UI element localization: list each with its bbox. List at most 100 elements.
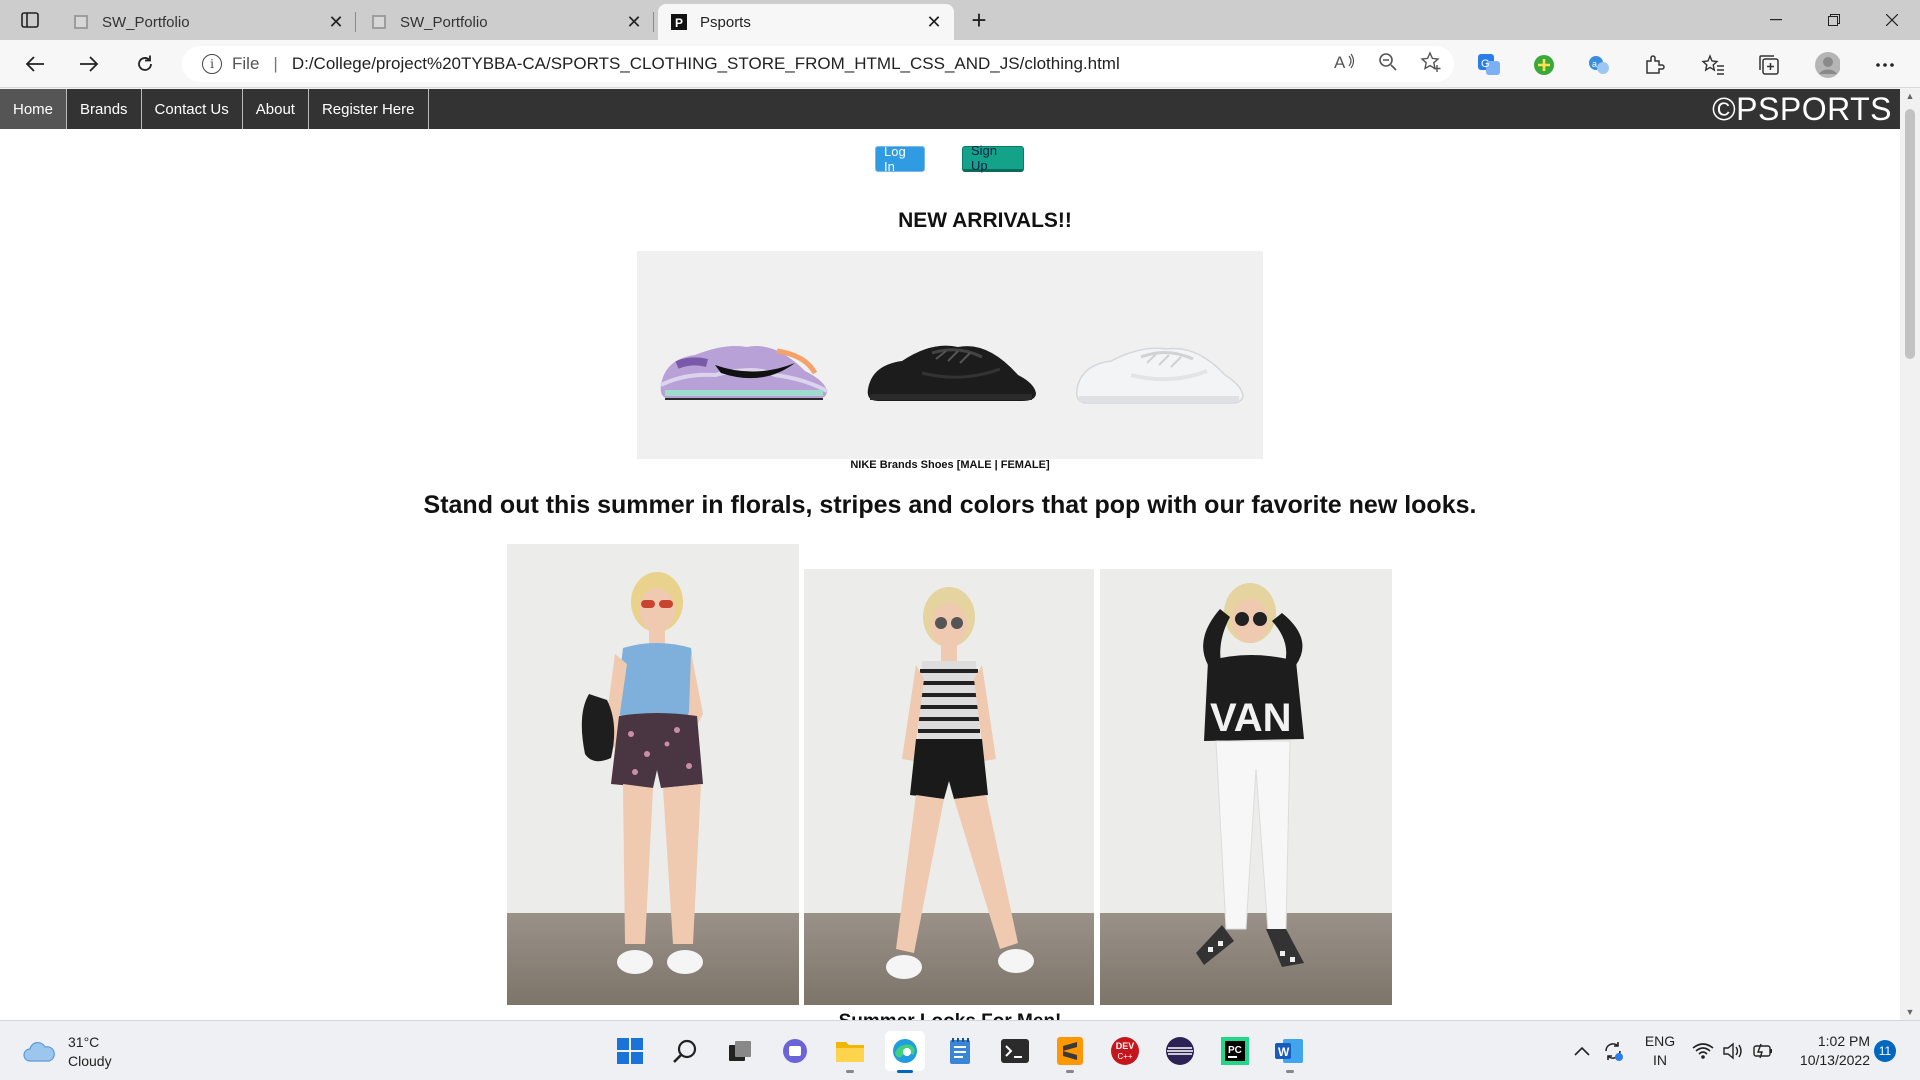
tab-title: SW_Portfolio xyxy=(400,13,488,31)
url-scheme: File xyxy=(232,54,260,73)
svg-text:DEV: DEV xyxy=(1116,1041,1135,1051)
battery-icon[interactable] xyxy=(1752,1021,1774,1080)
browser-toolbar: i File | D:/College/project%20TYBBA-CA/S… xyxy=(0,40,1920,88)
summer-look-photo-3: VAN xyxy=(1100,569,1392,1005)
close-icon[interactable]: ✕ xyxy=(924,12,944,32)
svg-text:PC: PC xyxy=(1228,1045,1242,1056)
svg-text:a: a xyxy=(1592,59,1597,69)
nav-brands[interactable]: Brands xyxy=(67,89,142,129)
wifi-icon[interactable] xyxy=(1692,1021,1714,1080)
scroll-up-icon[interactable]: ▲ xyxy=(1905,91,1915,101)
profile-avatar-icon[interactable] xyxy=(1814,52,1840,78)
nav-contact-us[interactable]: Contact Us xyxy=(142,89,243,129)
nav-about[interactable]: About xyxy=(243,89,309,129)
favorites-icon[interactable] xyxy=(1700,52,1726,78)
weather-condition: Cloudy xyxy=(68,1053,112,1069)
address-bar[interactable]: i File | D:/College/project%20TYBBA-CA/S… xyxy=(182,46,1454,82)
url-separator: | xyxy=(273,54,278,73)
zoom-out-icon[interactable] xyxy=(1378,52,1398,77)
model-floral-icon xyxy=(581,572,703,974)
svg-text:A: A xyxy=(1334,53,1346,72)
lang-code: ENG xyxy=(1644,1033,1676,1049)
cloud-icon xyxy=(23,1041,55,1062)
teams-chat-icon[interactable] xyxy=(775,1031,815,1071)
language-indicator[interactable]: ENG IN xyxy=(1640,1021,1680,1080)
word-icon[interactable]: W xyxy=(1270,1031,1310,1073)
site-navbar: Home Brands Contact Us About Register He… xyxy=(0,89,1900,129)
page-scrollbar[interactable]: ▲ ▼ xyxy=(1900,89,1920,1020)
summer-men-heading: Summer Looks For Men! xyxy=(0,1011,1900,1020)
new-arrivals-heading: NEW ARRIVALS!! xyxy=(898,209,1072,232)
settings-more-icon[interactable] xyxy=(1872,52,1898,78)
sublime-text-icon[interactable] xyxy=(1050,1031,1090,1073)
white-shoe-icon xyxy=(1075,347,1244,404)
dev-cpp-icon[interactable]: DEV C++ xyxy=(1105,1031,1145,1071)
summer-heading: Stand out this summer in florals, stripe… xyxy=(423,491,1477,519)
show-hidden-icons-icon[interactable] xyxy=(1574,1021,1590,1080)
lang-region: IN xyxy=(1653,1052,1667,1068)
add-favorite-icon[interactable] xyxy=(1420,50,1442,78)
read-aloud-icon[interactable]: A xyxy=(1334,52,1356,77)
svg-text:VAN: VAN xyxy=(1210,696,1291,740)
restore-icon[interactable] xyxy=(1806,0,1862,40)
scrollbar-thumb[interactable] xyxy=(1905,109,1915,359)
browser-tab-2[interactable]: SW_Portfolio ✕ xyxy=(358,4,654,40)
file-explorer-icon[interactable] xyxy=(830,1031,870,1073)
clock-date: 10/13/2022 xyxy=(1799,1052,1870,1068)
pycharm-icon[interactable]: PC xyxy=(1215,1031,1255,1071)
info-icon[interactable]: i xyxy=(202,54,222,74)
refresh-icon[interactable] xyxy=(128,48,162,80)
model-vans-icon: VAN xyxy=(1196,583,1304,967)
nav-home[interactable]: Home xyxy=(0,89,68,129)
nav-register-here[interactable]: Register Here xyxy=(309,89,429,129)
tab-title: SW_Portfolio xyxy=(102,13,190,31)
extensions-icon[interactable] xyxy=(1641,52,1667,78)
clock[interactable]: 1:02 PM 10/13/2022 xyxy=(1790,1021,1870,1080)
eclipse-icon[interactable] xyxy=(1160,1031,1200,1071)
minimize-icon[interactable] xyxy=(1748,0,1804,40)
model-stripes-icon xyxy=(886,587,1034,979)
site-logo: ©PSPORTS xyxy=(1712,91,1892,127)
close-icon[interactable]: ✕ xyxy=(624,12,644,32)
search-icon[interactable] xyxy=(665,1031,705,1071)
scroll-down-icon[interactable]: ▼ xyxy=(1905,1007,1915,1017)
collections-icon[interactable] xyxy=(1756,52,1782,78)
page-viewport: Home Brands Contact Us About Register He… xyxy=(0,89,1900,1020)
forward-icon[interactable] xyxy=(72,48,106,80)
svg-text:C++: C++ xyxy=(1117,1052,1132,1061)
weather-widget[interactable]: 31°C Cloudy xyxy=(22,1033,112,1071)
translate-extension-icon[interactable]: G xyxy=(1476,52,1502,78)
shoes-caption: NIKE Brands Shoes [MALE | FEMALE] xyxy=(850,459,1050,471)
tab-strip: SW_Portfolio ✕ SW_Portfolio ✕ P Psports … xyxy=(0,0,1920,40)
svg-text:W: W xyxy=(1278,1045,1290,1059)
task-view-icon[interactable] xyxy=(720,1031,760,1071)
signup-button[interactable]: Sign Up xyxy=(962,143,1024,173)
browser-tab-1[interactable]: SW_Portfolio ✕ xyxy=(60,4,356,40)
green-plus-extension-icon[interactable] xyxy=(1531,52,1557,78)
notification-center[interactable]: 11 xyxy=(1874,1021,1896,1080)
notepad-icon[interactable] xyxy=(940,1031,980,1071)
edge-browser-icon[interactable] xyxy=(885,1031,925,1073)
psports-favicon-icon: P xyxy=(670,13,688,31)
close-window-icon[interactable] xyxy=(1864,0,1920,40)
browser-tab-3[interactable]: P Psports ✕ xyxy=(658,4,954,40)
taskbar: 31°C Cloudy DEV C++ PC W ENG IN 1:02 PM … xyxy=(0,1020,1920,1080)
volume-icon[interactable] xyxy=(1722,1021,1744,1080)
purple-shoe-icon xyxy=(660,346,828,400)
translator-extension-icon[interactable]: a xyxy=(1586,52,1612,78)
sync-icon[interactable] xyxy=(1602,1021,1624,1080)
url-text[interactable]: D:/College/project%20TYBBA-CA/SPORTS_CLO… xyxy=(292,54,1120,74)
start-icon[interactable] xyxy=(610,1031,650,1071)
page-favicon-icon xyxy=(370,13,388,31)
close-icon[interactable]: ✕ xyxy=(326,12,346,32)
shoes-image xyxy=(637,251,1263,459)
terminal-icon[interactable] xyxy=(995,1031,1035,1071)
tab-title: Psports xyxy=(700,13,751,31)
new-tab-button[interactable]: + xyxy=(965,5,993,35)
login-button[interactable]: Log In xyxy=(875,144,925,174)
weather-temp: 31°C xyxy=(68,1034,100,1050)
back-icon[interactable] xyxy=(18,48,52,80)
svg-text:G: G xyxy=(1481,58,1490,70)
summer-look-photo-1 xyxy=(507,544,799,1005)
tab-actions-icon[interactable] xyxy=(14,8,46,32)
